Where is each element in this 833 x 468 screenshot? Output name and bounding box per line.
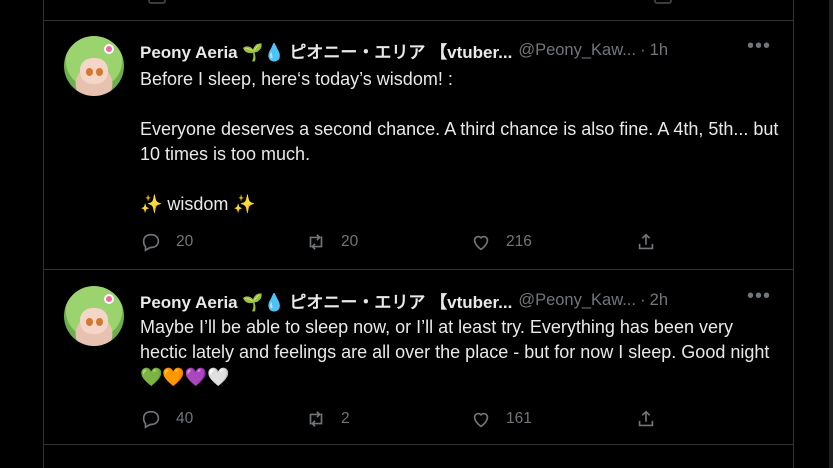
reply-icon xyxy=(142,410,160,429)
avatar-face xyxy=(80,58,108,84)
separator-dot: · xyxy=(639,40,646,59)
like-button[interactable]: 161 xyxy=(470,407,635,431)
tweet[interactable]: Peony Aeria 🌱💧 ピオニー・エリア 【vtuber... @Peon… xyxy=(44,21,793,270)
repost-count: 2 xyxy=(341,410,350,427)
repost-icon xyxy=(309,411,323,427)
window-edge xyxy=(829,0,833,468)
avatar-flower xyxy=(104,294,114,304)
heart-icon xyxy=(473,235,489,251)
share-button[interactable] xyxy=(635,407,675,431)
tweet-text: Before I sleep, here‘s today’s wisdom! :… xyxy=(140,69,779,214)
previous-share-icon[interactable] xyxy=(654,0,672,4)
avatar-eye xyxy=(96,68,103,76)
repost-button[interactable]: 2 xyxy=(305,407,470,431)
heart-icon xyxy=(473,412,489,428)
reply-button[interactable]: 40 xyxy=(140,407,305,431)
previous-reply-icon[interactable] xyxy=(148,0,166,4)
display-name[interactable]: Peony Aeria 🌱💧 ピオニー・エリア 【vtuber... xyxy=(140,38,512,63)
user-handle[interactable]: @Peony_Kaw... xyxy=(518,291,636,310)
timeline: Peony Aeria 🌱💧 ピオニー・エリア 【vtuber... @Peon… xyxy=(43,0,794,468)
avatar-eye xyxy=(96,318,103,326)
tweet[interactable]: Peony Aeria 🌱💧 ピオニー・エリア 【vtuber... @Peon… xyxy=(44,271,793,445)
user-handle[interactable]: @Peony_Kaw... xyxy=(518,41,636,60)
repost-icon xyxy=(309,234,323,250)
more-icon[interactable]: ••• xyxy=(747,36,771,56)
repost-button[interactable]: 20 xyxy=(305,230,470,254)
display-name[interactable]: Peony Aeria 🌱💧 ピオニー・エリア 【vtuber... xyxy=(140,288,512,313)
reply-count: 40 xyxy=(176,410,194,427)
timestamp[interactable]: 1h xyxy=(650,41,668,60)
like-button[interactable]: 216 xyxy=(470,230,635,254)
avatar-eye xyxy=(86,68,93,76)
like-count: 216 xyxy=(506,233,532,250)
avatar-eye xyxy=(86,318,93,326)
more-icon[interactable]: ••• xyxy=(747,286,771,306)
next-tweet-peek xyxy=(104,458,254,468)
like-count: 161 xyxy=(506,410,532,427)
tweet-actions: 40 2 161 xyxy=(140,407,700,431)
avatar[interactable] xyxy=(64,286,124,346)
avatar[interactable] xyxy=(64,36,124,96)
reply-count: 20 xyxy=(176,233,194,250)
avatar-face xyxy=(80,308,108,334)
previous-tweet-actions xyxy=(44,0,793,21)
reply-icon xyxy=(142,233,160,252)
tweet-header: Peony Aeria 🌱💧 ピオニー・エリア 【vtuber... @Peon… xyxy=(140,38,780,63)
avatar-flower xyxy=(104,44,114,54)
separator-dot: · xyxy=(639,290,646,309)
reply-button[interactable]: 20 xyxy=(140,230,305,254)
timestamp[interactable]: 2h xyxy=(650,291,668,310)
share-icon xyxy=(638,233,654,250)
tweet-header: Peony Aeria 🌱💧 ピオニー・エリア 【vtuber... @Peon… xyxy=(140,288,780,313)
tweet-text: Maybe I’ll be able to sleep now, or I’ll… xyxy=(140,317,775,387)
share-button[interactable] xyxy=(635,230,675,254)
repost-count: 20 xyxy=(341,233,359,250)
tweet-actions: 20 20 216 xyxy=(140,230,700,254)
share-icon xyxy=(638,410,654,427)
